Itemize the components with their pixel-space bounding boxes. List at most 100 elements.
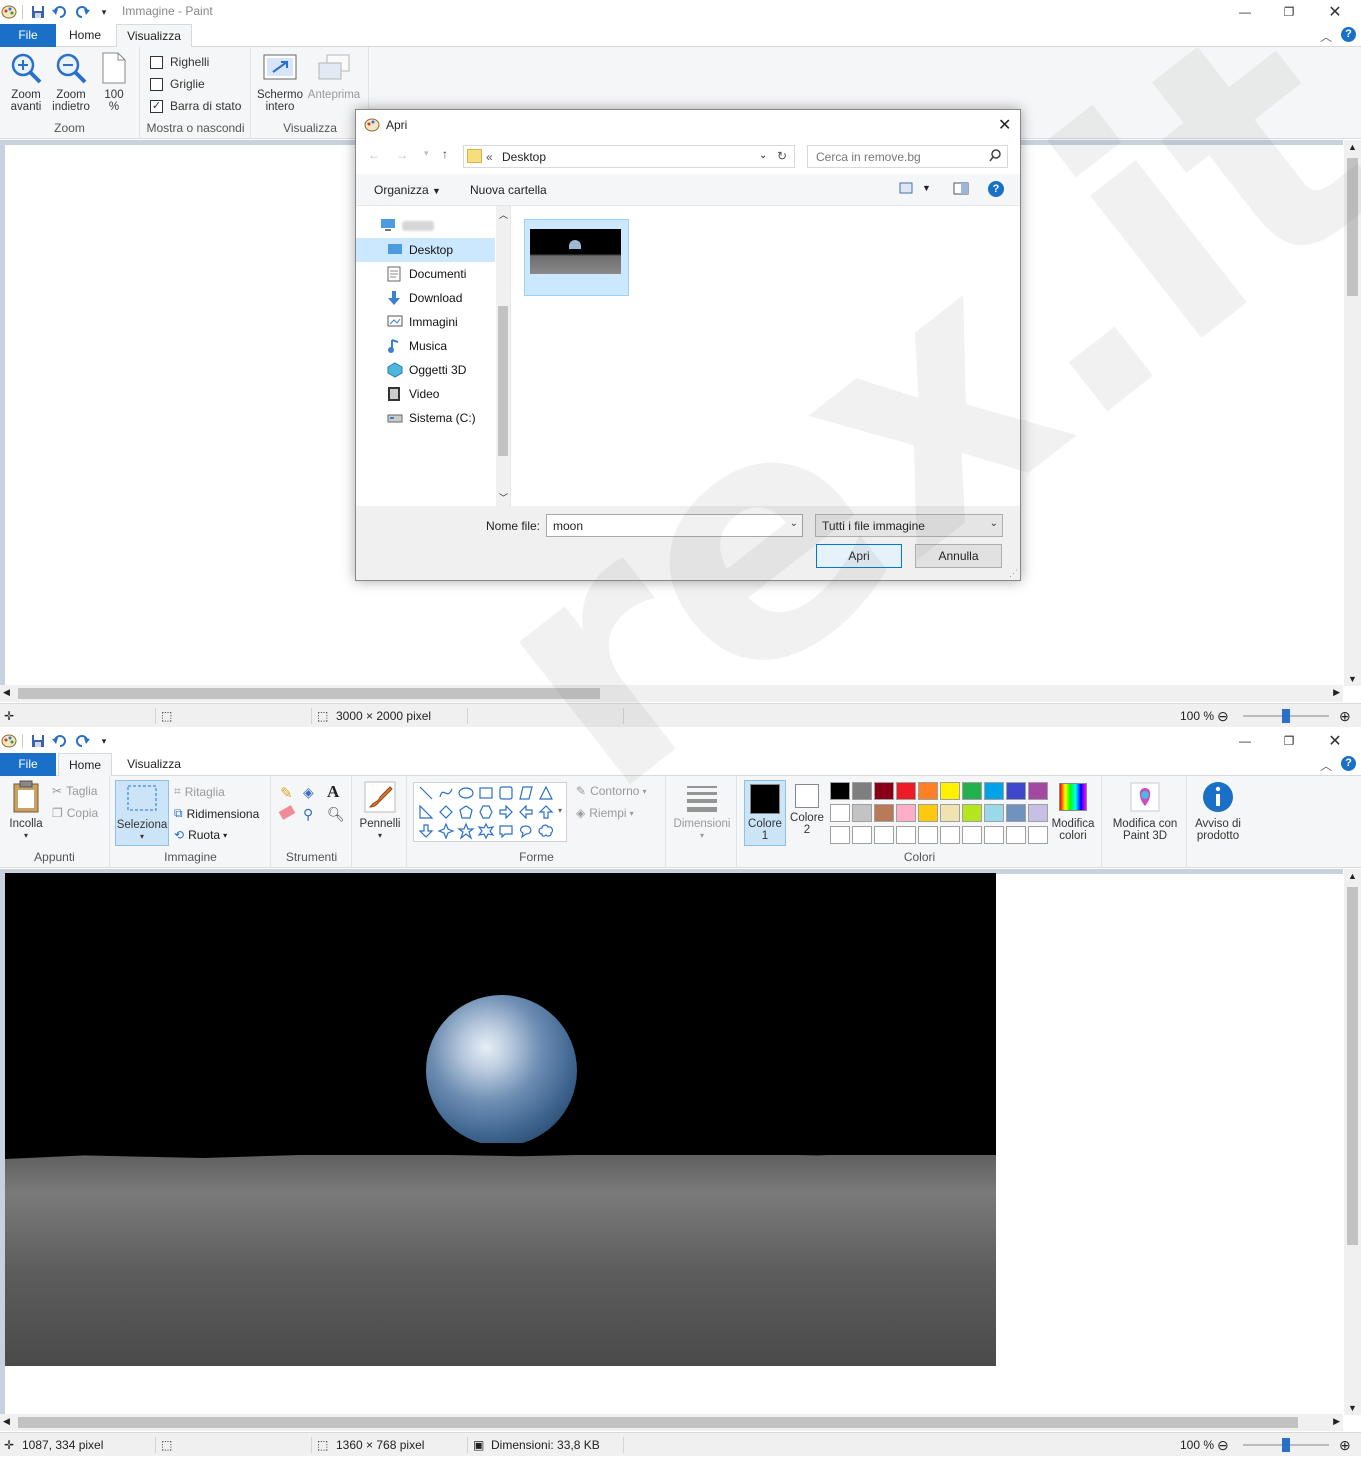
scroll-left-icon[interactable]: ◀ <box>3 687 10 698</box>
zoom-in-icon[interactable]: ⊕ <box>1339 704 1351 728</box>
palette-swatch-empty[interactable] <box>830 826 850 844</box>
shape-option[interactable] <box>439 805 453 819</box>
save-icon[interactable] <box>29 732 47 750</box>
palette-swatch[interactable] <box>874 804 894 822</box>
palette-swatch[interactable] <box>852 804 872 822</box>
filename-input[interactable]: moon ⌄ <box>546 514 803 537</box>
palette-swatch[interactable] <box>918 782 938 800</box>
vertical-scrollbar[interactable]: ▲ ▼ <box>1344 140 1361 686</box>
magnifier-icon[interactable]: 🔍︎ <box>327 806 345 823</box>
collapse-ribbon-icon[interactable]: ︿ <box>1320 28 1332 45</box>
scroll-down-icon[interactable]: ▼ <box>1348 674 1357 684</box>
refresh-icon[interactable]: ↻ <box>777 149 787 163</box>
palette-swatch[interactable] <box>940 782 960 800</box>
scroll-up-icon[interactable]: ▲ <box>1348 142 1357 152</box>
nav-item-sistema-c[interactable]: Sistema (C:) <box>356 406 495 430</box>
shape-option[interactable] <box>538 805 554 819</box>
palette-swatch-empty[interactable] <box>940 826 960 844</box>
palette-swatch-empty[interactable] <box>1006 826 1026 844</box>
fullscreen-button[interactable]: Schermo intero <box>256 51 304 113</box>
breadcrumb-current[interactable]: Desktop <box>502 150 546 164</box>
tab-view[interactable]: Visualizza <box>116 753 192 776</box>
shape-option[interactable] <box>499 786 513 800</box>
edit-paint3d-button[interactable]: Modifica con Paint 3D <box>1105 780 1185 842</box>
redo-icon[interactable] <box>73 732 91 750</box>
palette-swatch-empty[interactable] <box>918 826 938 844</box>
scroll-down-icon[interactable]: ▼ <box>1348 1403 1357 1413</box>
palette-swatch-empty[interactable] <box>852 826 872 844</box>
chevron-down-icon[interactable]: ⌄ <box>990 518 998 529</box>
nav-item-immagini[interactable]: Immagini <box>356 310 495 334</box>
file-item-moon[interactable] <box>524 219 629 296</box>
outline-button[interactable]: ✎ Contorno ▾ <box>576 784 646 798</box>
gridlines-checkbox[interactable]: Griglie <box>150 77 205 91</box>
scrollbar-thumb[interactable] <box>498 306 508 456</box>
forward-icon[interactable]: → <box>396 148 408 162</box>
undo-icon[interactable] <box>51 3 69 21</box>
filetype-select[interactable]: Tutti i file immagine ⌄ <box>815 514 1003 537</box>
zoom-out-button[interactable]: Zoom indietro <box>48 51 94 113</box>
palette-swatch[interactable] <box>830 804 850 822</box>
redo-icon[interactable] <box>73 3 91 21</box>
shape-option[interactable] <box>538 824 554 837</box>
palette-swatch[interactable] <box>852 782 872 800</box>
palette-swatch[interactable] <box>830 782 850 800</box>
palette-swatch[interactable] <box>896 804 916 822</box>
up-icon[interactable]: ↑ <box>442 147 448 161</box>
palette-swatch[interactable] <box>1006 804 1026 822</box>
tab-file[interactable]: File <box>0 753 56 776</box>
back-icon[interactable]: ← <box>368 148 380 162</box>
zoom-slider-thumb[interactable] <box>1282 709 1290 723</box>
scroll-right-icon[interactable]: ▶ <box>1333 687 1340 698</box>
scrollbar-thumb[interactable] <box>18 688 600 699</box>
tab-home[interactable]: Home <box>58 24 112 47</box>
address-dropdown-icon[interactable]: ⌄ <box>759 150 767 161</box>
undo-icon[interactable] <box>51 732 69 750</box>
nav-item-musica[interactable]: Musica <box>356 334 495 358</box>
scroll-down-icon[interactable]: ﹀ <box>499 491 508 504</box>
scrollbar-thumb[interactable] <box>18 1417 1298 1428</box>
scrollbar-thumb[interactable] <box>1347 158 1358 296</box>
palette-swatch[interactable] <box>940 804 960 822</box>
help-icon[interactable]: ? <box>1341 27 1356 42</box>
chevron-down-icon[interactable]: ⌄ <box>790 518 798 529</box>
shape-option[interactable] <box>519 804 533 820</box>
nav-scrollbar[interactable]: ︿ ﹀ <box>496 206 510 506</box>
palette-swatch[interactable] <box>962 782 982 800</box>
pencil-icon[interactable]: ✎ <box>280 784 293 802</box>
save-icon[interactable] <box>29 3 47 21</box>
tab-view[interactable]: Visualizza <box>116 24 192 48</box>
view-options-icon[interactable] <box>899 182 913 197</box>
help-icon[interactable]: ? <box>988 181 1004 197</box>
shape-option[interactable] <box>520 825 532 839</box>
scroll-up-icon[interactable]: ▲ <box>1348 871 1357 881</box>
statusbar-checkbox[interactable]: ✓ Barra di stato <box>150 99 241 113</box>
minimize-button[interactable]: — <box>1222 729 1268 753</box>
resize-grip-icon[interactable]: ⋰ <box>1009 568 1018 579</box>
shape-option[interactable] <box>499 825 513 839</box>
fill-button[interactable]: ◈ Riempi ▾ <box>576 806 634 820</box>
palette-swatch[interactable] <box>962 804 982 822</box>
shape-option[interactable] <box>539 785 553 800</box>
recent-dropdown-icon[interactable]: ▾ <box>424 148 429 159</box>
preview-pane-icon[interactable] <box>953 182 969 198</box>
shape-option[interactable] <box>418 824 434 838</box>
close-button[interactable]: ✕ <box>1312 0 1358 24</box>
nav-item-desktop[interactable]: Desktop <box>356 238 495 262</box>
palette-swatch-empty[interactable] <box>874 826 894 844</box>
shapes-grid[interactable]: ▾ <box>414 783 566 841</box>
scrollbar-thumb[interactable] <box>1347 887 1358 1245</box>
palette-swatch-empty[interactable] <box>962 826 982 844</box>
edit-colors-button[interactable]: Modifica colori <box>1048 780 1098 842</box>
nav-item-pc[interactable] <box>356 214 495 238</box>
palette-swatch-empty[interactable] <box>896 826 916 844</box>
palette-swatch-empty[interactable] <box>984 826 1004 844</box>
open-button[interactable]: Apri <box>816 544 902 568</box>
gallery-scroll-icon[interactable]: ▾ <box>558 806 562 815</box>
shapes-gallery[interactable]: ▾ <box>413 782 567 842</box>
view-dropdown-icon[interactable]: ▼ <box>922 183 931 193</box>
rotate-button[interactable]: ⟲ Ruota ▾ <box>174 828 227 842</box>
search-box[interactable]: Cerca in remove.bg <box>807 145 1008 168</box>
shape-option[interactable] <box>457 822 475 840</box>
eraser-icon[interactable] <box>278 805 296 820</box>
